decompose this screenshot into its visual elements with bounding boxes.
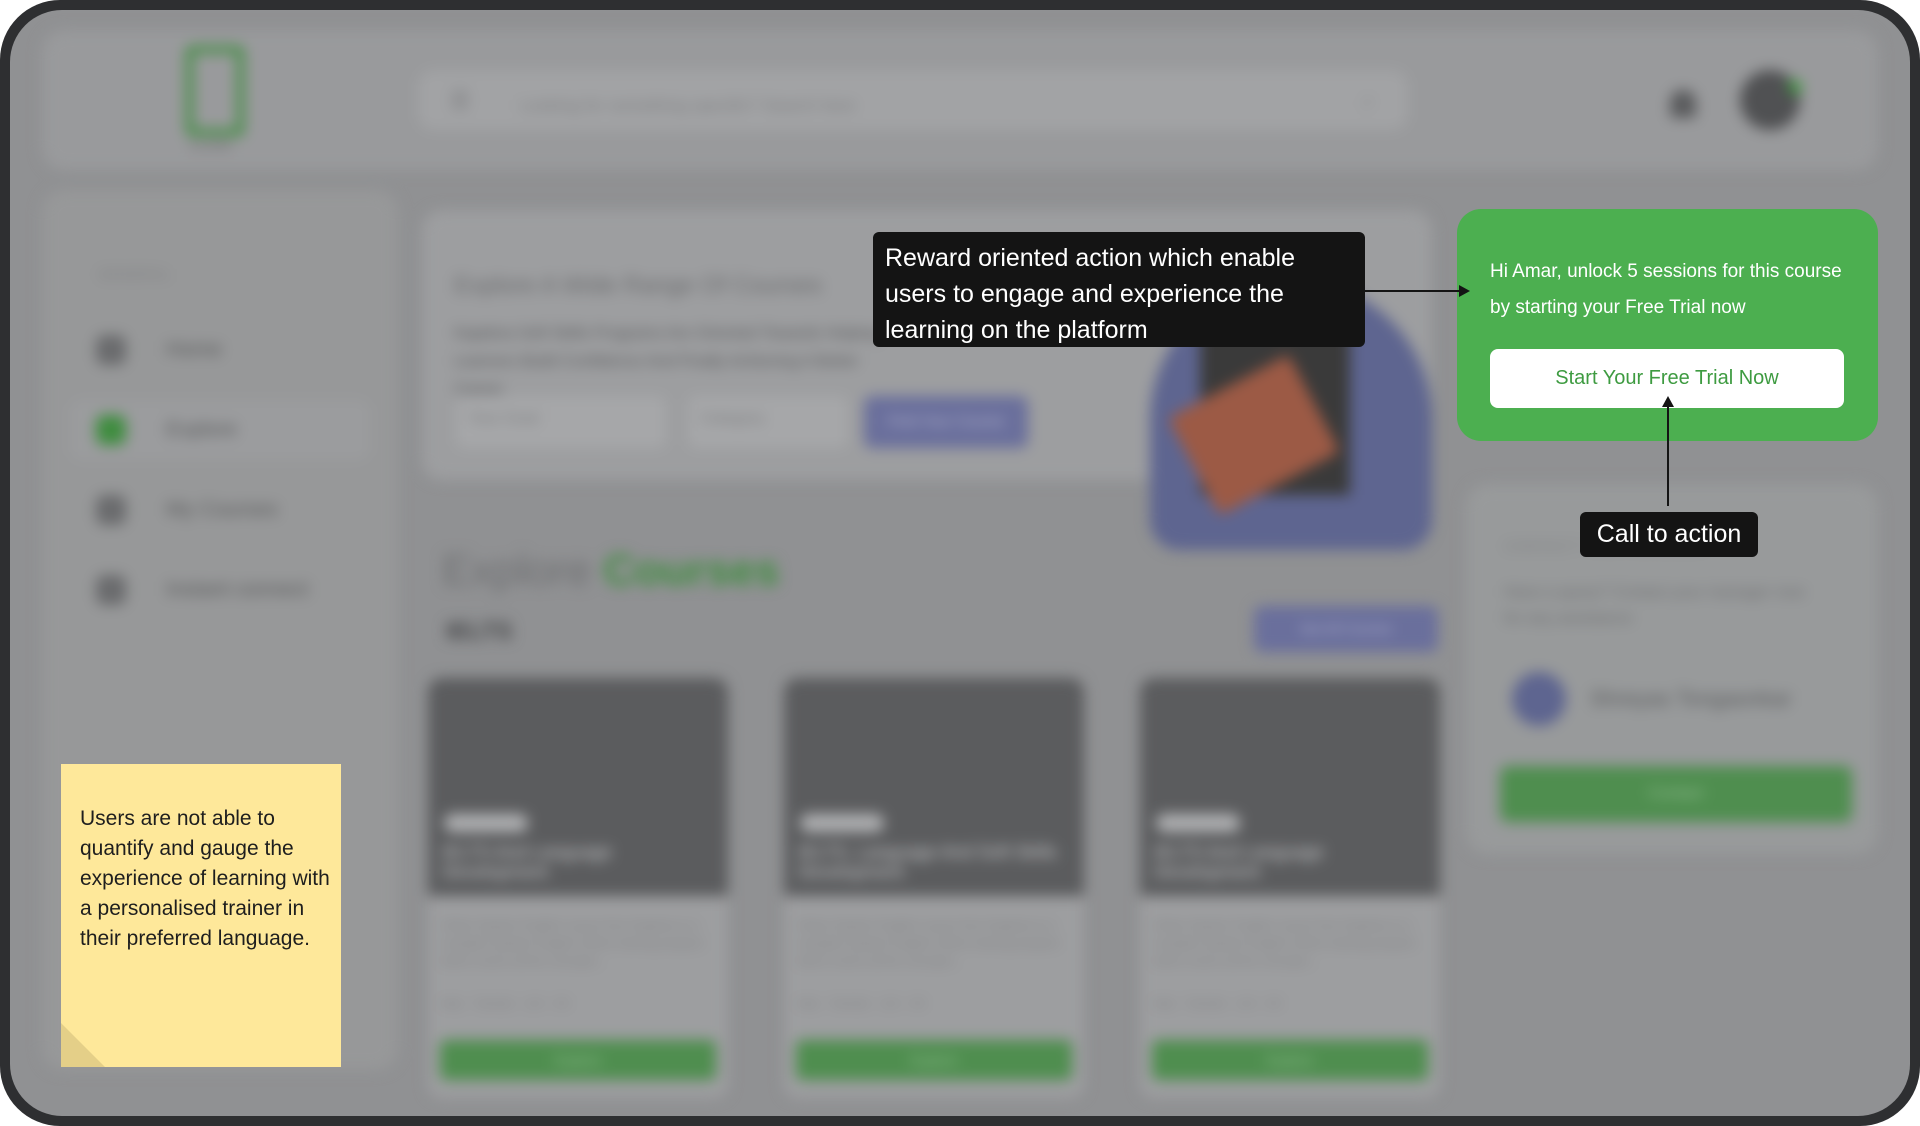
sticky-note-text: Users are not able to quantify and gauge…: [80, 807, 330, 950]
sticky-note-fold: [61, 1023, 105, 1067]
sticky-note: Users are not able to quantify and gauge…: [61, 764, 341, 1067]
cta-annotation-tooltip: Call to action: [1580, 512, 1758, 557]
reward-arrowhead: [1459, 285, 1470, 297]
cta-arrowhead: [1662, 396, 1674, 407]
reward-annotation-tooltip: Reward oriented action which enable user…: [873, 232, 1365, 347]
